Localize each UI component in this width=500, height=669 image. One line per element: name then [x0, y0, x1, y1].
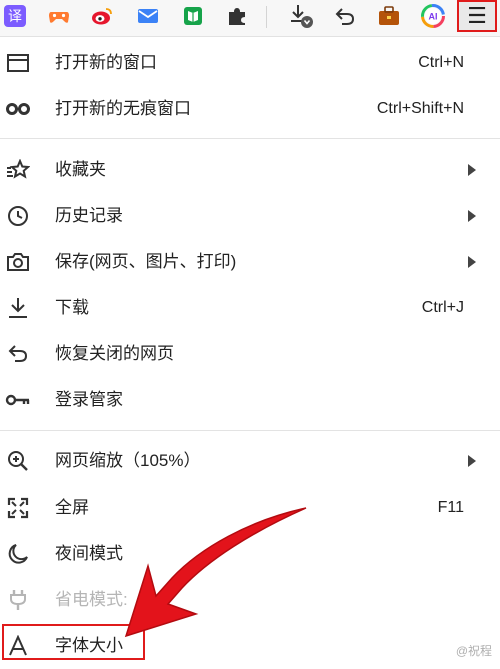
game-button[interactable] [44, 2, 74, 30]
reading-button[interactable] [178, 2, 208, 30]
menu-item-save[interactable]: 保存(网页、图片、打印) [0, 239, 500, 285]
menu-item-shortcut: Ctrl+N [418, 54, 464, 71]
download-icon [5, 296, 31, 320]
ai-button[interactable]: AI [418, 2, 448, 30]
menu-item-incognito-window[interactable]: 打开新的无痕窗口 Ctrl+Shift+N [0, 86, 500, 132]
submenu-arrow-icon [468, 210, 476, 222]
menu-divider [0, 138, 500, 139]
menu-item-shortcut: Ctrl+J [421, 299, 464, 316]
book-icon [184, 7, 202, 25]
undo-close-button[interactable] [330, 2, 360, 30]
menu-item-label: 收藏夹 [55, 160, 106, 179]
game-icon [49, 12, 69, 23]
watermark: @祝程 [455, 644, 492, 658]
key-icon [5, 388, 31, 412]
zoom-icon [5, 449, 31, 473]
submenu-arrow-icon [468, 256, 476, 268]
briefcase-icon [379, 6, 399, 25]
menu-item-label: 保存(网页、图片、打印) [55, 252, 237, 271]
menu-item-label: 省电模式: [55, 590, 128, 609]
menu-item-label: 登录管家 [55, 390, 123, 409]
mail-button[interactable] [133, 2, 163, 30]
menu-item-download[interactable]: 下载 Ctrl+J [0, 285, 500, 331]
favorites-icon [5, 158, 31, 182]
extensions-button[interactable] [222, 2, 252, 30]
menu-item-label: 恢复关闭的网页 [55, 344, 174, 363]
history-icon [5, 204, 31, 228]
mail-icon [138, 9, 158, 23]
menu-item-label: 下载 [55, 298, 89, 317]
menu-icon: ☰ [467, 3, 487, 28]
camera-icon [5, 250, 31, 274]
moon-icon [5, 542, 31, 566]
menu-item-night-mode[interactable]: 夜间模式 [0, 531, 500, 577]
font-size-highlight-box [2, 624, 145, 660]
menu-item-label: 全屏 [55, 498, 89, 517]
plug-icon [5, 588, 31, 612]
menu-item-label: 网页缩放（105%） [55, 451, 201, 470]
weibo-icon [92, 8, 112, 25]
menu-item-new-window[interactable]: 打开新的窗口 Ctrl+N [0, 40, 500, 86]
menu-item-label: 夜间模式 [55, 544, 123, 563]
download-button[interactable] [286, 2, 316, 30]
menu-item-history[interactable]: 历史记录 [0, 193, 500, 239]
toolbar-separator [266, 6, 267, 28]
restore-icon [5, 342, 31, 366]
menu-item-login-manager[interactable]: 登录管家 [0, 377, 500, 423]
menu-item-shortcut: Ctrl+Shift+N [376, 100, 464, 117]
menu-item-power-save: 省电模式: [0, 577, 500, 623]
extension-icon [229, 8, 245, 25]
incognito-icon [5, 97, 31, 121]
download-icon [291, 5, 313, 28]
menu-item-restore-closed[interactable]: 恢复关闭的网页 [0, 331, 500, 377]
menu-item-zoom[interactable]: 网页缩放（105%） [0, 438, 500, 484]
submenu-arrow-icon [468, 455, 476, 467]
menu-item-fullscreen[interactable]: 全屏 F11 [0, 485, 500, 531]
ai-icon: AI [421, 4, 445, 28]
menu-item-shortcut: F11 [437, 499, 464, 516]
menu-item-favorites[interactable]: 收藏夹 [0, 147, 500, 193]
browser-toolbar: 译 AI ☰ [0, 0, 500, 37]
menu-item-label: 历史记录 [55, 206, 123, 225]
weibo-button[interactable] [87, 2, 117, 30]
translate-button[interactable]: 译 [0, 2, 30, 30]
toolbox-button[interactable] [374, 2, 404, 30]
window-icon [5, 51, 31, 75]
menu-divider [0, 430, 500, 431]
fullscreen-icon [5, 496, 31, 520]
ai-glyph: AI [429, 12, 438, 22]
submenu-arrow-icon [468, 164, 476, 176]
menu-item-label: 打开新的无痕窗口 [55, 99, 191, 118]
main-menu-button[interactable]: ☰ [457, 0, 497, 32]
translate-glyph: 译 [8, 8, 22, 24]
menu-item-label: 打开新的窗口 [55, 53, 157, 72]
undo-icon [335, 8, 355, 25]
translate-icon: 译 [4, 5, 26, 27]
